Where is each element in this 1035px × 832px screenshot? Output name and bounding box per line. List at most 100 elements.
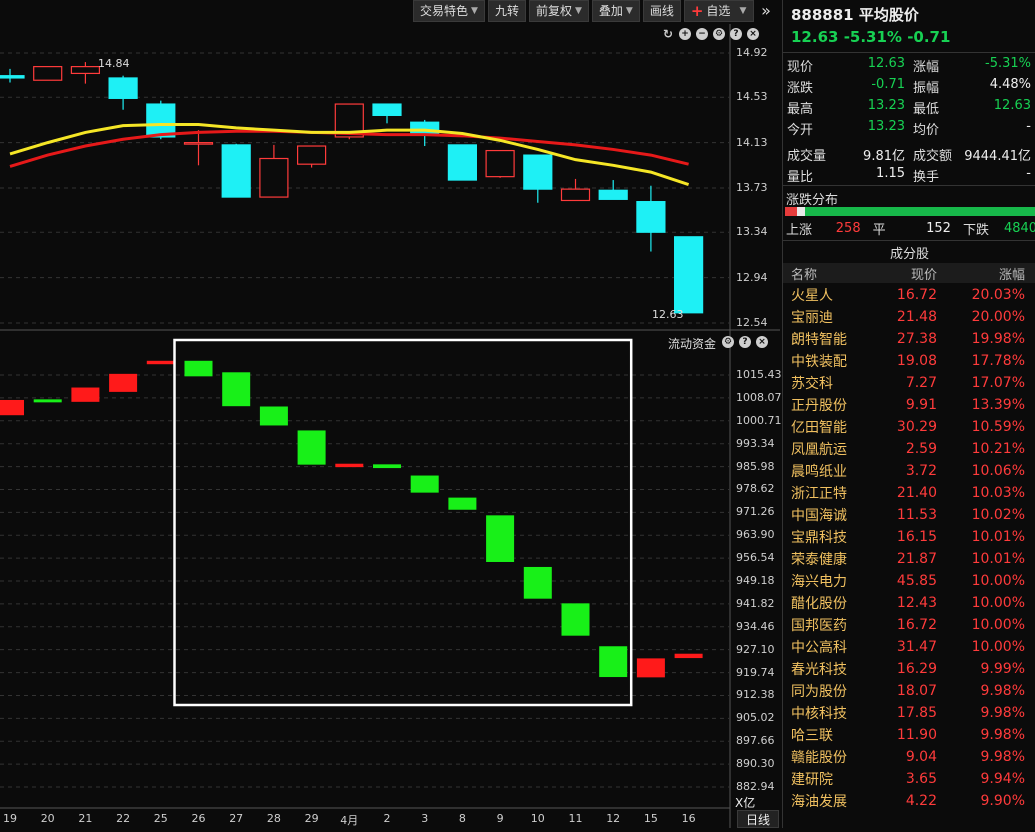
list-item[interactable]: 建研院 3.65 9.94% bbox=[783, 768, 1035, 790]
list-item[interactable]: 哈三联 11.90 9.98% bbox=[783, 724, 1035, 746]
settings-icon[interactable]: ⚙ bbox=[713, 28, 725, 40]
flow-bar[interactable] bbox=[410, 475, 439, 493]
list-item[interactable]: 亿田智能 30.29 10.59% bbox=[783, 416, 1035, 438]
flow-bar[interactable] bbox=[0, 399, 24, 416]
price-candle[interactable] bbox=[221, 143, 251, 198]
price-candle[interactable] bbox=[523, 154, 553, 203]
list-item[interactable]: 火星人 16.72 20.03% bbox=[783, 284, 1035, 306]
toolbar-button[interactable]: 画线 bbox=[642, 0, 681, 22]
list-item[interactable]: 正丹股份 9.91 13.39% bbox=[783, 394, 1035, 416]
price-candle[interactable] bbox=[598, 180, 628, 200]
candle-body bbox=[372, 103, 402, 116]
toolbar-button[interactable]: 交易特色 ▼ bbox=[413, 0, 485, 22]
price-candle[interactable] bbox=[410, 119, 440, 147]
quote-sidebar: 888881 平均股价 12.63 -5.31% -0.71 现价 12.63 涨幅… bbox=[782, 0, 1035, 828]
price-candle[interactable] bbox=[33, 66, 63, 81]
close-icon[interactable]: × bbox=[756, 336, 768, 348]
flow-bar[interactable] bbox=[448, 497, 477, 510]
list-item[interactable]: 海兴电力 45.85 10.00% bbox=[783, 570, 1035, 592]
flow-bar[interactable] bbox=[335, 463, 364, 468]
toolbar-button[interactable]: 九转 bbox=[487, 0, 526, 22]
flow-bar[interactable] bbox=[297, 430, 326, 465]
quote-cell: 成交量 9.81亿 bbox=[783, 145, 909, 166]
header-price[interactable]: 现价 bbox=[873, 264, 937, 283]
flow-bar[interactable] bbox=[184, 360, 213, 377]
list-item[interactable]: 浙江正特 21.40 10.03% bbox=[783, 482, 1035, 504]
list-item[interactable]: 荣泰健康 21.87 10.01% bbox=[783, 548, 1035, 570]
list-item[interactable]: 凤凰航运 2.59 10.21% bbox=[783, 438, 1035, 460]
toolbar-button[interactable]: 前复权 ▼ bbox=[528, 0, 589, 22]
quote-value: 13.23 bbox=[867, 98, 905, 113]
flow-bar[interactable] bbox=[486, 515, 515, 562]
price-candle[interactable] bbox=[0, 68, 25, 83]
list-item[interactable]: 宝鼎科技 16.15 10.01% bbox=[783, 526, 1035, 548]
list-item[interactable]: 宝丽迪 21.48 20.00% bbox=[783, 306, 1035, 328]
header-name[interactable]: 名称 bbox=[783, 264, 873, 283]
price-candle[interactable] bbox=[636, 185, 666, 252]
price-candle[interactable] bbox=[70, 62, 101, 84]
candle-body bbox=[560, 188, 591, 202]
stock-price: 16.15 bbox=[896, 529, 937, 545]
stock-name: 醋化股份 bbox=[791, 596, 847, 612]
period-button[interactable]: 日线 bbox=[737, 810, 779, 828]
toolbar-button[interactable]: 叠加 ▼ bbox=[591, 0, 640, 22]
flow-bar[interactable] bbox=[599, 646, 628, 678]
list-item[interactable]: 海油发展 4.22 9.90% bbox=[783, 790, 1035, 812]
chart-toolbar: 交易特色 ▼ 九转 前复权 ▼ 叠加 ▼ 画线 + 自选 ▼ bbox=[413, 0, 754, 22]
settings-icon[interactable]: ⚙ bbox=[722, 336, 734, 348]
list-item[interactable]: 朗特智能 27.38 19.98% bbox=[783, 328, 1035, 350]
flow-bar[interactable] bbox=[33, 399, 62, 403]
flow-y-tick: 912.38 bbox=[736, 688, 775, 702]
divider bbox=[783, 185, 1035, 186]
list-item[interactable]: 中公高科 31.47 10.00% bbox=[783, 636, 1035, 658]
refresh-icon[interactable]: ↻ bbox=[662, 28, 674, 40]
header-change[interactable]: 涨幅 bbox=[937, 264, 1025, 283]
flow-bar[interactable] bbox=[523, 566, 552, 599]
flow-bar[interactable] bbox=[259, 406, 288, 426]
help-icon[interactable]: ? bbox=[730, 28, 742, 40]
list-item[interactable]: 同为股份 18.07 9.98% bbox=[783, 680, 1035, 702]
price-candle[interactable] bbox=[108, 75, 138, 110]
list-item[interactable]: 晨鸣纸业 3.72 10.06% bbox=[783, 460, 1035, 482]
help-icon[interactable]: ? bbox=[739, 336, 751, 348]
list-item[interactable]: 中国海诚 11.53 10.02% bbox=[783, 504, 1035, 526]
expand-panel-icon[interactable]: » bbox=[754, 0, 778, 22]
list-item[interactable]: 醋化股份 12.43 10.00% bbox=[783, 592, 1035, 614]
stock-price: 11.53 bbox=[896, 507, 937, 523]
flow-bar[interactable] bbox=[146, 360, 175, 365]
x-axis-label: 12 bbox=[606, 812, 621, 825]
price-y-tick: 14.13 bbox=[736, 135, 768, 149]
flow-bar[interactable] bbox=[109, 373, 138, 392]
flow-bar[interactable] bbox=[222, 372, 251, 407]
zoom-out-icon[interactable]: − bbox=[696, 28, 708, 40]
price-candle[interactable] bbox=[183, 130, 214, 166]
price-candle[interactable] bbox=[259, 144, 289, 198]
price-candle[interactable] bbox=[485, 149, 515, 178]
price-candle[interactable] bbox=[560, 178, 591, 202]
flow-bar[interactable] bbox=[71, 387, 100, 402]
flow-bar[interactable] bbox=[561, 603, 590, 636]
list-item[interactable]: 中核科技 17.85 9.98% bbox=[783, 702, 1035, 724]
list-item[interactable]: 中铁装配 19.08 17.78% bbox=[783, 350, 1035, 372]
price-candle[interactable] bbox=[372, 103, 402, 124]
price-candle[interactable] bbox=[297, 145, 327, 168]
flow-bar[interactable] bbox=[674, 653, 703, 659]
chart-area[interactable]: 交易特色 ▼ 九转 前复权 ▼ 叠加 ▼ 画线 + 自选 ▼ » ↻ + − ⚙ ? × 14.84… bbox=[0, 0, 782, 828]
chart-canvas[interactable] bbox=[0, 0, 780, 828]
flow-bar[interactable] bbox=[636, 658, 665, 678]
list-item[interactable]: 赣能股份 9.04 9.98% bbox=[783, 746, 1035, 768]
stock-price: 18.07 bbox=[896, 683, 937, 699]
x-axis-label: 8 bbox=[458, 812, 466, 825]
list-item[interactable]: 苏交科 7.27 17.07% bbox=[783, 372, 1035, 394]
zoom-in-icon[interactable]: + bbox=[679, 28, 691, 40]
list-item[interactable]: 春光科技 16.29 9.99% bbox=[783, 658, 1035, 680]
add-watchlist-button[interactable]: + 自选 ▼ bbox=[683, 0, 754, 22]
index-name: 平均股价 bbox=[858, 6, 919, 24]
price-candle[interactable] bbox=[673, 236, 704, 314]
close-icon[interactable]: × bbox=[747, 28, 759, 40]
price-candle[interactable] bbox=[447, 144, 477, 181]
stock-name: 海兴电力 bbox=[791, 574, 847, 590]
list-item[interactable]: 国邦医药 16.72 10.00% bbox=[783, 614, 1035, 636]
x-axis-label: 3 bbox=[421, 812, 429, 825]
flow-bar[interactable] bbox=[373, 464, 401, 469]
